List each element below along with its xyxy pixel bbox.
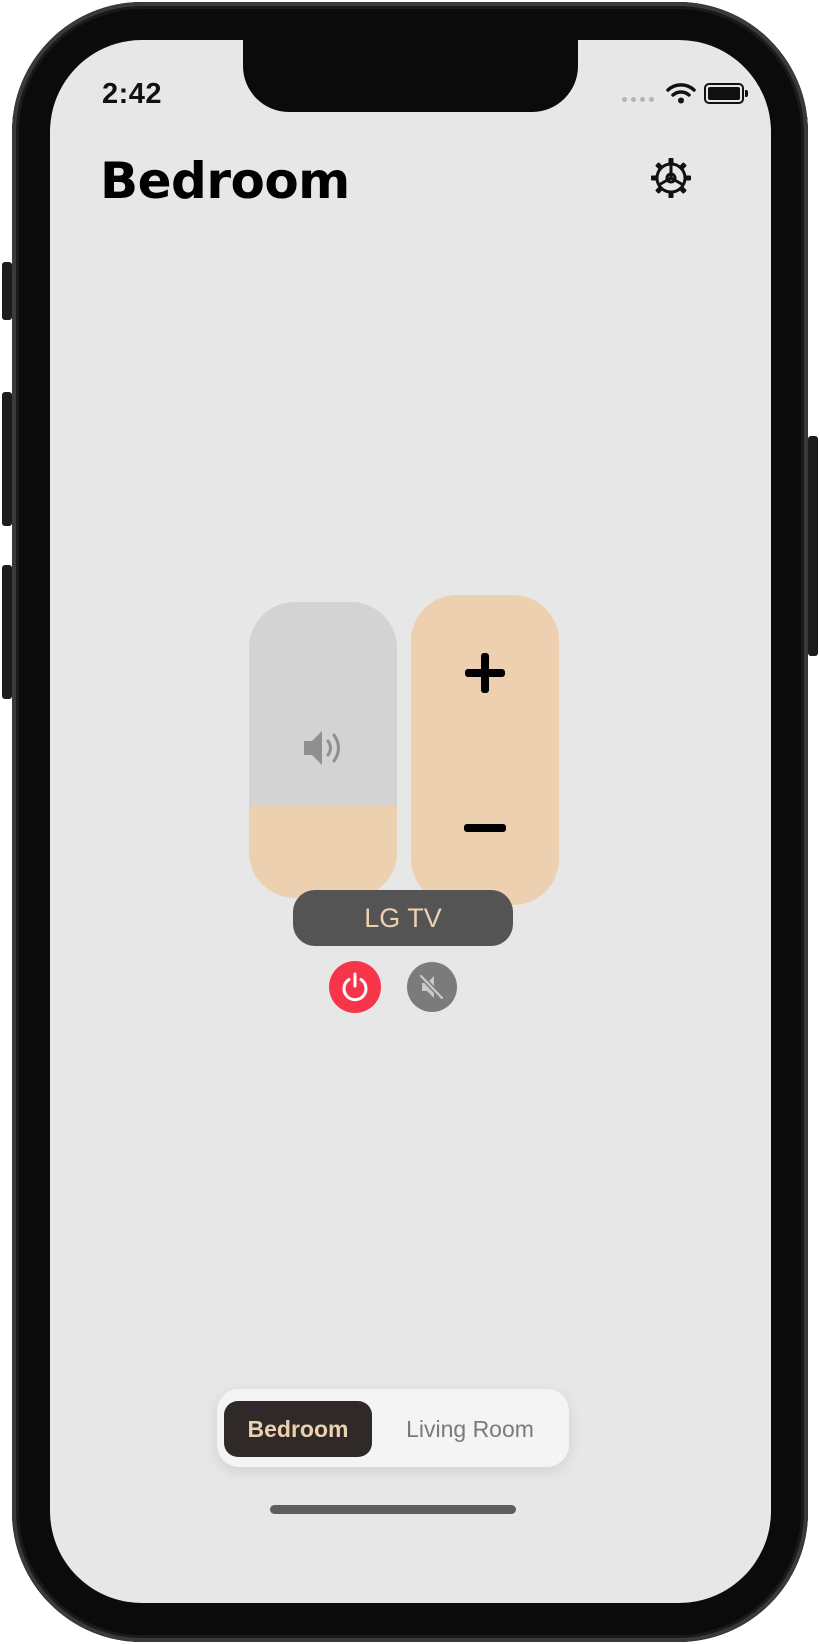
device-name-button[interactable]: LG TV — [293, 890, 513, 946]
battery-icon — [704, 83, 748, 104]
mute-button[interactable] — [407, 962, 457, 1012]
volume-slider[interactable] — [249, 602, 397, 898]
volume-level-fill — [249, 806, 397, 898]
screen: 2:42 Bedroom LG TV Bedroom Living Room — [50, 40, 771, 1603]
tab-living-room[interactable]: Living Room — [379, 1401, 561, 1457]
volume-up-hardware-button — [2, 392, 12, 526]
notch — [243, 40, 578, 112]
volume-down-hardware-button — [2, 565, 12, 699]
home-indicator — [270, 1505, 516, 1514]
cellular-signal-icon — [622, 97, 654, 102]
silent-switch — [2, 262, 12, 320]
side-power-hardware-button — [808, 436, 818, 656]
plus-icon — [465, 652, 505, 693]
minus-icon — [464, 823, 506, 832]
status-time: 2:42 — [102, 78, 163, 110]
volume-stepper — [411, 595, 559, 905]
settings-button[interactable] — [650, 157, 692, 199]
wifi-icon — [666, 83, 696, 104]
power-button[interactable] — [329, 961, 381, 1013]
power-icon — [342, 972, 368, 1002]
volume-down-button[interactable] — [411, 750, 559, 905]
gear-icon — [651, 158, 691, 198]
tab-bedroom[interactable]: Bedroom — [224, 1401, 372, 1457]
room-segmented-control: Bedroom Living Room — [217, 1389, 569, 1467]
speaker-icon — [304, 731, 340, 765]
page-title: Bedroom — [100, 152, 350, 210]
volume-up-button[interactable] — [411, 595, 559, 750]
mute-icon — [418, 973, 445, 1001]
